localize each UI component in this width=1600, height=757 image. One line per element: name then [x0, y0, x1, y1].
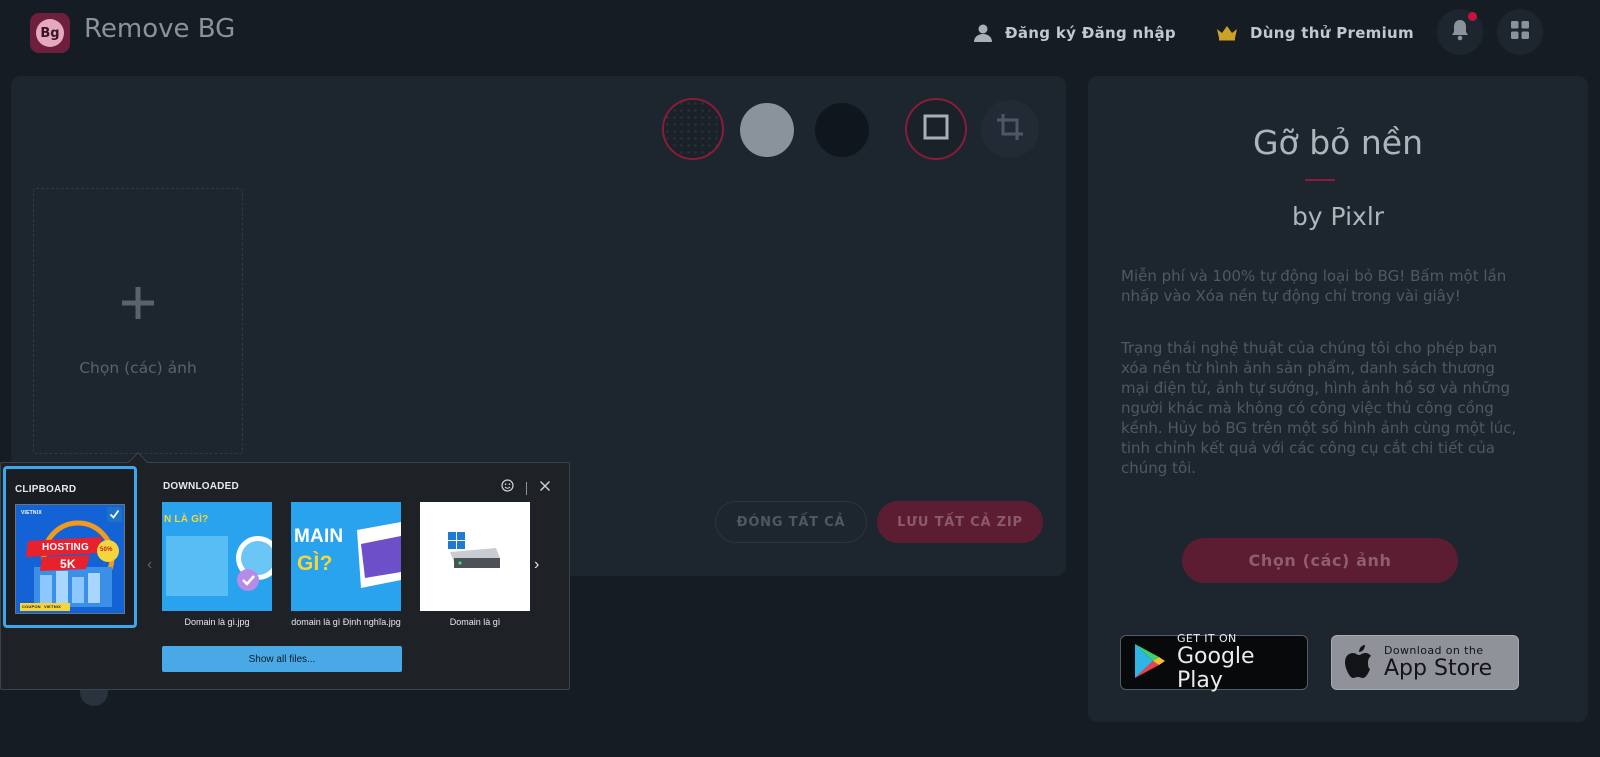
logo-icon[interactable]: Bg	[30, 13, 70, 53]
downloaded-file-caption: Domain là gì	[449, 617, 501, 627]
google-play-badge[interactable]: GET IT ON Google Play	[1120, 632, 1308, 693]
grid-icon	[1510, 20, 1530, 44]
clipboard-popup: CLIPBOARD VIETNIX HOSTING 5K 50% COUPON …	[0, 452, 570, 690]
close-icon[interactable]	[539, 479, 551, 497]
app-store-big-text: App Store	[1384, 656, 1493, 681]
user-icon	[973, 23, 993, 43]
clipboard-label: CLIPBOARD	[15, 484, 77, 495]
info-panel: Gỡ bỏ nền by Pixlr Miễn phí và 100% tự đ…	[1088, 76, 1588, 722]
logo-text: Bg	[36, 19, 64, 47]
image-dropzone[interactable]: Chọn (các) ảnh	[33, 188, 243, 454]
gray-background-button[interactable]	[740, 103, 794, 157]
clip-footer-text-1: COUPON	[22, 604, 41, 609]
header: Bg Remove BG Đăng ký Đăng nhập Dùng thử …	[0, 0, 1600, 66]
apps-grid-button[interactable]	[1497, 9, 1543, 55]
crown-icon	[1216, 25, 1238, 41]
login-signup-link[interactable]: Đăng ký Đăng nhập	[973, 20, 1176, 46]
transparent-background-button[interactable]	[662, 98, 724, 160]
downloaded-file-thumbnail[interactable]: N LÀ GÌ?	[162, 502, 272, 611]
notifications-button[interactable]	[1437, 9, 1483, 55]
popup-actions	[501, 479, 551, 497]
clip-footer-text-2: VIETNIX	[44, 604, 61, 609]
downloaded-file-thumbnail[interactable]	[420, 502, 530, 611]
dropzone-label: Chọn (các) ảnh	[79, 359, 197, 377]
downloaded-label: DOWNLOADED	[163, 481, 239, 492]
clip-brand-text: VIETNIX	[21, 510, 42, 516]
login-signup-label: Đăng ký Đăng nhập	[1005, 24, 1176, 42]
google-play-big-text: Google Play	[1177, 644, 1255, 693]
crop-button[interactable]	[981, 100, 1039, 158]
app-store-badge[interactable]: Download on the App Store	[1331, 635, 1519, 690]
square-icon	[923, 114, 949, 144]
intro-paragraph: Miễn phí và 100% tự động loại bỏ BG! Bấm…	[1121, 267, 1507, 305]
choose-images-button[interactable]: Chọn (các) ảnh	[1182, 538, 1458, 583]
google-play-icon	[1133, 642, 1167, 684]
panel-title: Gỡ bỏ nền	[1252, 123, 1423, 162]
file-1-headline: N LÀ GÌ?	[164, 514, 209, 525]
crop-icon	[996, 113, 1024, 145]
file-2-headline: MAIN	[294, 526, 344, 547]
premium-trial-link[interactable]: Dùng thử Premium	[1216, 20, 1414, 46]
apple-icon	[1344, 643, 1374, 683]
chevron-right-icon[interactable]: ›	[534, 556, 539, 574]
emoji-icon[interactable]	[501, 479, 514, 497]
panel-byline: by Pixlr	[1291, 202, 1385, 231]
details-paragraph: Trạng thái nghệ thuật của chúng tôi cho …	[1121, 339, 1517, 477]
plus-icon	[120, 285, 156, 325]
downloaded-file-caption: domain là gì Định nghĩa.jpg	[291, 617, 401, 627]
title-divider	[1305, 179, 1335, 181]
save-all-zip-button[interactable]: LƯU TẤT CẢ ZIP	[877, 501, 1043, 543]
premium-trial-label: Dùng thử Premium	[1250, 24, 1414, 42]
bell-icon	[1450, 19, 1470, 45]
show-all-files-button[interactable]: Show all files...	[162, 646, 402, 672]
chevron-left-icon[interactable]: ‹	[147, 556, 152, 574]
square-view-button[interactable]	[905, 98, 967, 160]
dark-background-button[interactable]	[815, 103, 869, 157]
clip-line1-text: HOSTING	[42, 542, 89, 553]
clip-badge-text: 50%	[100, 547, 113, 553]
notification-dot	[1468, 12, 1477, 21]
app-title[interactable]: Remove BG	[84, 14, 235, 44]
close-all-button[interactable]: ĐÓNG TẤT CẢ	[715, 501, 867, 543]
file-2-headline-2: GÌ?	[297, 552, 333, 575]
checkmark-icon	[107, 507, 122, 522]
clip-line2-text: 5K	[60, 557, 76, 571]
downloaded-file-caption: Domain là gì.jpg	[184, 617, 250, 627]
downloaded-file-thumbnail[interactable]: MAIN GÌ?	[291, 502, 401, 611]
clipboard-section[interactable]: CLIPBOARD VIETNIX HOSTING 5K 50% COUPON …	[3, 466, 137, 628]
popup-action-separator	[526, 481, 527, 495]
clipboard-image-thumbnail[interactable]: VIETNIX HOSTING 5K 50% COUPON VIETNIX	[15, 504, 125, 614]
